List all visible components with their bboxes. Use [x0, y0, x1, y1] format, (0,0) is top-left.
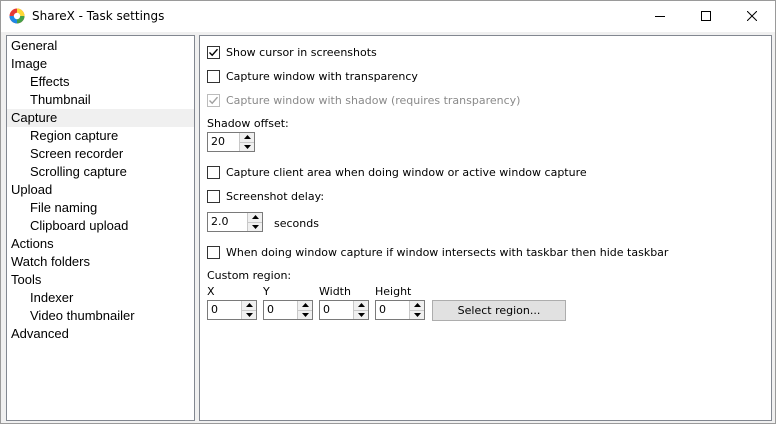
region-height-label: Height — [375, 285, 412, 298]
transparency-option[interactable]: Capture window with transparency — [207, 68, 418, 84]
tree-item-image[interactable]: Image — [11, 55, 47, 73]
tree-item-watch-folders[interactable]: Watch folders — [11, 253, 90, 271]
shadow-offset-label: Shadow offset: — [207, 117, 289, 130]
arrow-up-icon — [245, 303, 253, 308]
arrow-up-icon — [243, 135, 251, 140]
tree-item-video-thumbnailer[interactable]: Video thumbnailer — [30, 307, 135, 325]
region-height-down-button[interactable] — [410, 309, 424, 319]
region-height-value[interactable]: 0 — [376, 301, 409, 319]
screenshot-delay-option[interactable]: Screenshot delay: — [207, 188, 324, 204]
region-y-value[interactable]: 0 — [264, 301, 297, 319]
show-cursor-checkbox[interactable] — [207, 45, 220, 59]
shadow-label: Capture window with shadow (requires tra… — [226, 93, 521, 107]
shadow-offset-stepper[interactable]: 20 — [207, 132, 255, 152]
client-area-option[interactable]: Capture client area when doing window or… — [207, 164, 587, 180]
region-width-down-button[interactable] — [354, 309, 368, 319]
transparency-label: Capture window with transparency — [226, 69, 418, 83]
close-icon — [747, 11, 757, 21]
arrow-down-icon — [243, 144, 251, 149]
tree-item-capture[interactable]: Capture — [7, 109, 194, 127]
tree-item-thumbnail[interactable]: Thumbnail — [30, 91, 91, 109]
arrow-down-icon — [251, 224, 259, 229]
select-region-button[interactable]: Select region... — [432, 300, 566, 321]
minimize-icon — [655, 16, 665, 17]
shadow-offset-up-button[interactable] — [240, 133, 254, 142]
region-x-label: X — [207, 285, 215, 298]
region-x-up-button[interactable] — [242, 301, 256, 310]
hide-taskbar-label: When doing window capture if window inte… — [226, 245, 669, 259]
arrow-down-icon — [413, 312, 421, 317]
tree-item-actions[interactable]: Actions — [11, 235, 54, 253]
tree-item-tools[interactable]: Tools — [11, 271, 41, 289]
title-bar: ShareX - Task settings — [1, 1, 775, 32]
region-y-up-button[interactable] — [298, 301, 312, 310]
maximize-icon — [701, 11, 711, 21]
shadow-offset-value[interactable]: 20 — [208, 133, 239, 151]
screenshot-delay-label: Screenshot delay: — [226, 189, 325, 203]
transparency-checkbox[interactable] — [207, 69, 220, 83]
checkmark-icon — [209, 96, 219, 104]
tree-item-general[interactable]: General — [11, 37, 57, 55]
screenshot-delay-stepper[interactable]: 2.0 — [207, 212, 263, 232]
arrow-up-icon — [301, 303, 309, 308]
arrow-down-icon — [245, 312, 253, 317]
close-button[interactable] — [729, 1, 775, 31]
tree-item-effects[interactable]: Effects — [30, 73, 70, 91]
arrow-up-icon — [413, 303, 421, 308]
tree-item-scrolling-capture[interactable]: Scrolling capture — [30, 163, 127, 181]
region-height-up-button[interactable] — [410, 301, 424, 310]
task-settings-window: ShareX - Task settings General Image Eff… — [0, 0, 776, 424]
shadow-option: Capture window with shadow (requires tra… — [207, 92, 520, 108]
screenshot-delay-checkbox[interactable] — [207, 189, 220, 203]
region-x-down-button[interactable] — [242, 309, 256, 319]
tree-item-file-naming[interactable]: File naming — [30, 199, 97, 217]
window-title: ShareX - Task settings — [32, 9, 165, 23]
minimize-button[interactable] — [637, 1, 683, 31]
screenshot-delay-value[interactable]: 2.0 — [208, 213, 247, 231]
capture-settings-panel: Show cursor in screenshots Capture windo… — [199, 35, 772, 421]
arrow-up-icon — [357, 303, 365, 308]
tree-item-upload[interactable]: Upload — [11, 181, 52, 199]
show-cursor-option[interactable]: Show cursor in screenshots — [207, 44, 377, 60]
screenshot-delay-up-button[interactable] — [248, 213, 262, 222]
region-y-label: Y — [263, 285, 270, 298]
hide-taskbar-checkbox[interactable] — [207, 245, 220, 259]
client-area-checkbox[interactable] — [207, 165, 220, 179]
tree-item-clipboard-upload[interactable]: Clipboard upload — [30, 217, 128, 235]
region-width-stepper[interactable]: 0 — [319, 300, 369, 320]
region-x-stepper[interactable]: 0 — [207, 300, 257, 320]
tree-item-screen-recorder[interactable]: Screen recorder — [30, 145, 123, 163]
client-area-label: Capture client area when doing window or… — [226, 165, 587, 179]
seconds-label: seconds — [274, 217, 319, 230]
maximize-button[interactable] — [683, 1, 729, 31]
arrow-down-icon — [357, 312, 365, 317]
custom-region-label: Custom region: — [207, 269, 292, 282]
settings-tree: General Image Effects Thumbnail Capture … — [6, 35, 195, 421]
tree-item-region-capture[interactable]: Region capture — [30, 127, 118, 145]
arrow-up-icon — [251, 215, 259, 220]
screenshot-delay-down-button[interactable] — [248, 221, 262, 231]
region-width-label: Width — [319, 285, 351, 298]
shadow-checkbox — [207, 93, 220, 107]
checkmark-icon — [209, 48, 219, 56]
tree-item-advanced[interactable]: Advanced — [11, 325, 69, 343]
shadow-offset-down-button[interactable] — [240, 141, 254, 151]
show-cursor-label: Show cursor in screenshots — [226, 45, 377, 59]
sharex-logo-icon — [9, 8, 25, 24]
region-width-up-button[interactable] — [354, 301, 368, 310]
hide-taskbar-option[interactable]: When doing window capture if window inte… — [207, 244, 668, 260]
region-width-value[interactable]: 0 — [320, 301, 353, 319]
tree-item-indexer[interactable]: Indexer — [30, 289, 73, 307]
region-x-value[interactable]: 0 — [208, 301, 241, 319]
region-y-down-button[interactable] — [298, 309, 312, 319]
region-height-stepper[interactable]: 0 — [375, 300, 425, 320]
region-y-stepper[interactable]: 0 — [263, 300, 313, 320]
arrow-down-icon — [301, 312, 309, 317]
